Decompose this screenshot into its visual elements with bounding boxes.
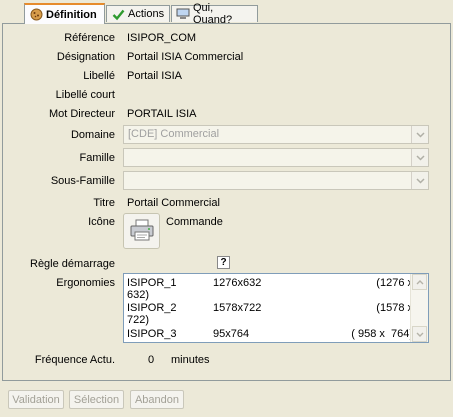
ergonomie-resolution-cont: 722) xyxy=(127,314,150,326)
ergonomies-list[interactable]: ISIPOR_1 1276x632 (1276 x 632) ISIPOR_2 … xyxy=(123,273,429,343)
chevron-down-icon xyxy=(416,328,424,340)
abandon-button[interactable]: Abandon xyxy=(130,390,184,409)
ergonomie-size: 1578x722 xyxy=(213,302,262,314)
ergonomie-size: 95x764 xyxy=(213,328,250,340)
list-item[interactable]: ISIPOR_1 1276x632 (1276 x 632) xyxy=(127,277,413,305)
designation-value: Portail ISIA Commercial xyxy=(127,51,244,63)
list-item[interactable]: ISIPOR_2 1578x722 (1578 x 722) xyxy=(127,302,413,330)
tab-actions-label: Actions xyxy=(128,8,165,20)
list-item[interactable]: ISIPOR_3 95x764 ( 958 x 764) xyxy=(127,328,413,342)
ergonomies-label: Ergonomies xyxy=(56,277,115,289)
checkmark-icon xyxy=(111,7,125,21)
chevron-down-icon[interactable] xyxy=(411,126,428,143)
icone-label: Icône xyxy=(88,216,115,228)
ergonomie-resolution: ( 958 x 764) xyxy=(351,328,413,340)
domaine-value: [CDE] Commercial xyxy=(128,128,220,140)
selection-button[interactable]: Sélection xyxy=(69,390,124,409)
titre-value: Portail Commercial xyxy=(127,197,220,209)
validation-button[interactable]: Validation xyxy=(8,390,64,409)
tab-definition-label: Définition xyxy=(46,8,97,21)
tab-qui-quand[interactable]: Qui, Quand? xyxy=(171,2,258,26)
icone-picker-button[interactable] xyxy=(123,213,160,249)
frequence-label: Fréquence Actu. xyxy=(34,354,115,366)
sous-famille-label: Sous-Famille xyxy=(50,175,115,187)
libelle-value: Portail ISIA xyxy=(127,70,183,82)
ergonomie-resolution: (1578 x xyxy=(376,302,413,314)
sous-famille-select[interactable] xyxy=(123,171,429,190)
ergonomie-size: 1276x632 xyxy=(213,277,262,289)
titre-label: Titre xyxy=(93,197,115,209)
computer-icon xyxy=(176,7,190,21)
regle-demarrage-help-button[interactable]: ? xyxy=(217,256,230,269)
printer-icon xyxy=(129,218,155,245)
famille-select[interactable] xyxy=(123,148,429,167)
mot-directeur-label: Mot Directeur xyxy=(48,108,115,120)
reference-label: Référence xyxy=(64,32,115,44)
domaine-select[interactable]: [CDE] Commercial xyxy=(123,125,429,144)
cookie-icon xyxy=(29,8,43,22)
ergonomie-resolution: (1276 x xyxy=(376,277,413,289)
vertical-scrollbar[interactable] xyxy=(410,274,428,342)
ergonomie-resolution-cont: 632) xyxy=(127,289,150,301)
famille-label: Famille xyxy=(79,152,115,164)
chevron-up-icon xyxy=(416,276,424,288)
tab-definition[interactable]: Définition xyxy=(24,3,105,24)
mot-directeur-value: PORTAIL ISIA xyxy=(127,108,197,120)
libelle-court-label: Libellé court xyxy=(55,89,115,101)
scroll-down-button[interactable] xyxy=(412,326,427,342)
frequence-unit: minutes xyxy=(171,354,210,366)
chevron-down-icon[interactable] xyxy=(411,149,428,166)
regle-demarrage-label: Règle démarrage xyxy=(30,258,115,270)
domaine-label: Domaine xyxy=(70,129,115,141)
icone-value: Commande xyxy=(166,216,223,228)
reference-value: ISIPOR_COM xyxy=(127,32,197,44)
libelle-label: Libellé xyxy=(83,70,115,82)
tab-bar: Définition Actions Qui, Quand? xyxy=(0,0,453,26)
tab-actions[interactable]: Actions xyxy=(106,5,170,22)
frequence-value[interactable]: 0 xyxy=(148,354,154,366)
scroll-up-button[interactable] xyxy=(412,274,427,290)
definition-panel: Référence ISIPOR_COM Désignation Portail… xyxy=(2,23,451,381)
designation-label: Désignation xyxy=(56,51,115,63)
chevron-down-icon[interactable] xyxy=(411,172,428,189)
